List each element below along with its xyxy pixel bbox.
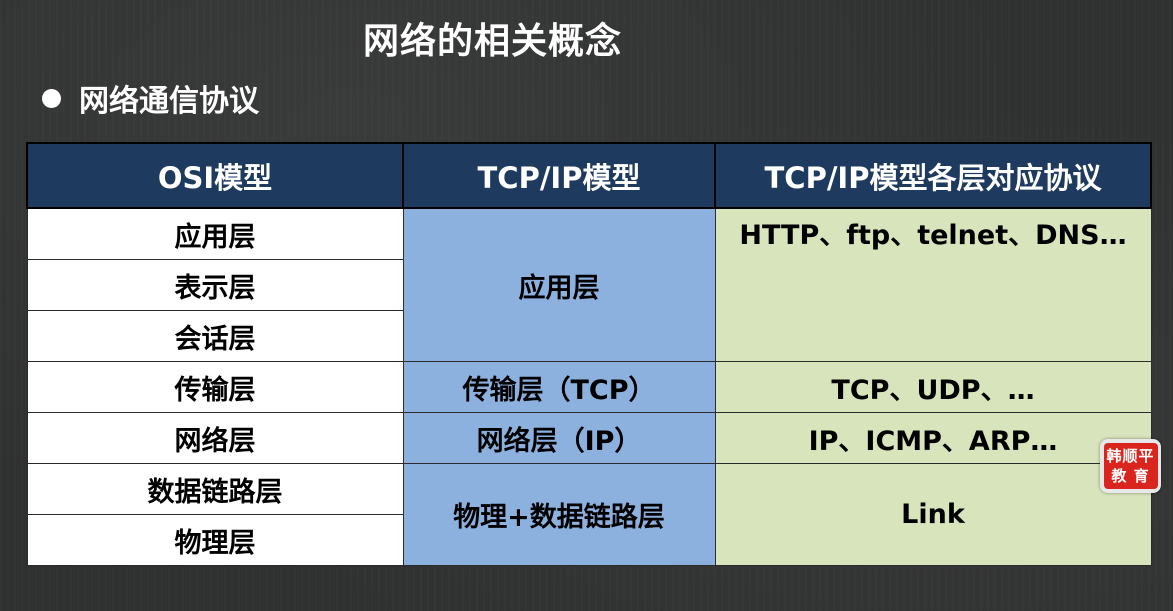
bullet-dot-icon <box>42 88 61 108</box>
table-header-row: OSI模型 TCP/IP模型 TCP/IP模型各层对应协议 <box>26 142 1152 209</box>
osi-layer-presentation: 表示层 <box>26 259 404 311</box>
table-row: 传输层 传输层（TCP） TCP、UDP、… <box>26 361 1152 413</box>
slide-title: 网络的相关概念 <box>362 21 622 62</box>
tcpip-layer-transport: 传输层（TCP） <box>402 361 716 413</box>
osi-tcpip-comparison-table: OSI模型 TCP/IP模型 TCP/IP模型各层对应协议 应用层 应用层 HT… <box>26 142 1152 566</box>
table-row: 网络层 网络层（IP） IP、ICMP、ARP… <box>26 412 1152 464</box>
header-tcpip-model: TCP/IP模型 <box>402 142 716 209</box>
bullet-text: 网络通信协议 <box>79 84 259 119</box>
osi-layer-datalink: 数据链路层 <box>26 463 404 515</box>
tcpip-layer-physical-datalink: 物理+数据链路层 <box>402 463 716 566</box>
table-row: 应用层 应用层 HTTP、ftp、telnet、DNS… <box>26 207 1152 362</box>
osi-layer-session: 会话层 <box>26 310 404 362</box>
hanshunping-logo: 韩顺平 教 育 <box>1100 439 1161 493</box>
bullet-item: 网络通信协议 <box>42 76 259 120</box>
table-row: 数据链路层 物理+数据链路层 Link <box>26 463 1152 566</box>
tcpip-layer-application: 应用层 <box>402 207 716 362</box>
header-tcpip-protocols: TCP/IP模型各层对应协议 <box>714 142 1152 209</box>
protocols-link: Link <box>714 463 1152 566</box>
protocols-transport: TCP、UDP、… <box>714 361 1152 413</box>
protocols-application: HTTP、ftp、telnet、DNS… <box>714 207 1152 362</box>
header-osi-model: OSI模型 <box>26 142 404 209</box>
osi-layer-network: 网络层 <box>26 412 404 464</box>
osi-layer-physical: 物理层 <box>26 514 404 566</box>
tcpip-layer-network: 网络层（IP） <box>402 412 716 464</box>
osi-layer-transport: 传输层 <box>26 361 404 413</box>
protocols-network: IP、ICMP、ARP… <box>714 412 1152 464</box>
osi-layer-application: 应用层 <box>26 207 404 260</box>
logo-line2: 教 育 <box>1111 467 1150 485</box>
logo-line1: 韩顺平 <box>1106 447 1155 465</box>
logo-mark: 韩顺平 教 育 <box>1103 443 1158 489</box>
